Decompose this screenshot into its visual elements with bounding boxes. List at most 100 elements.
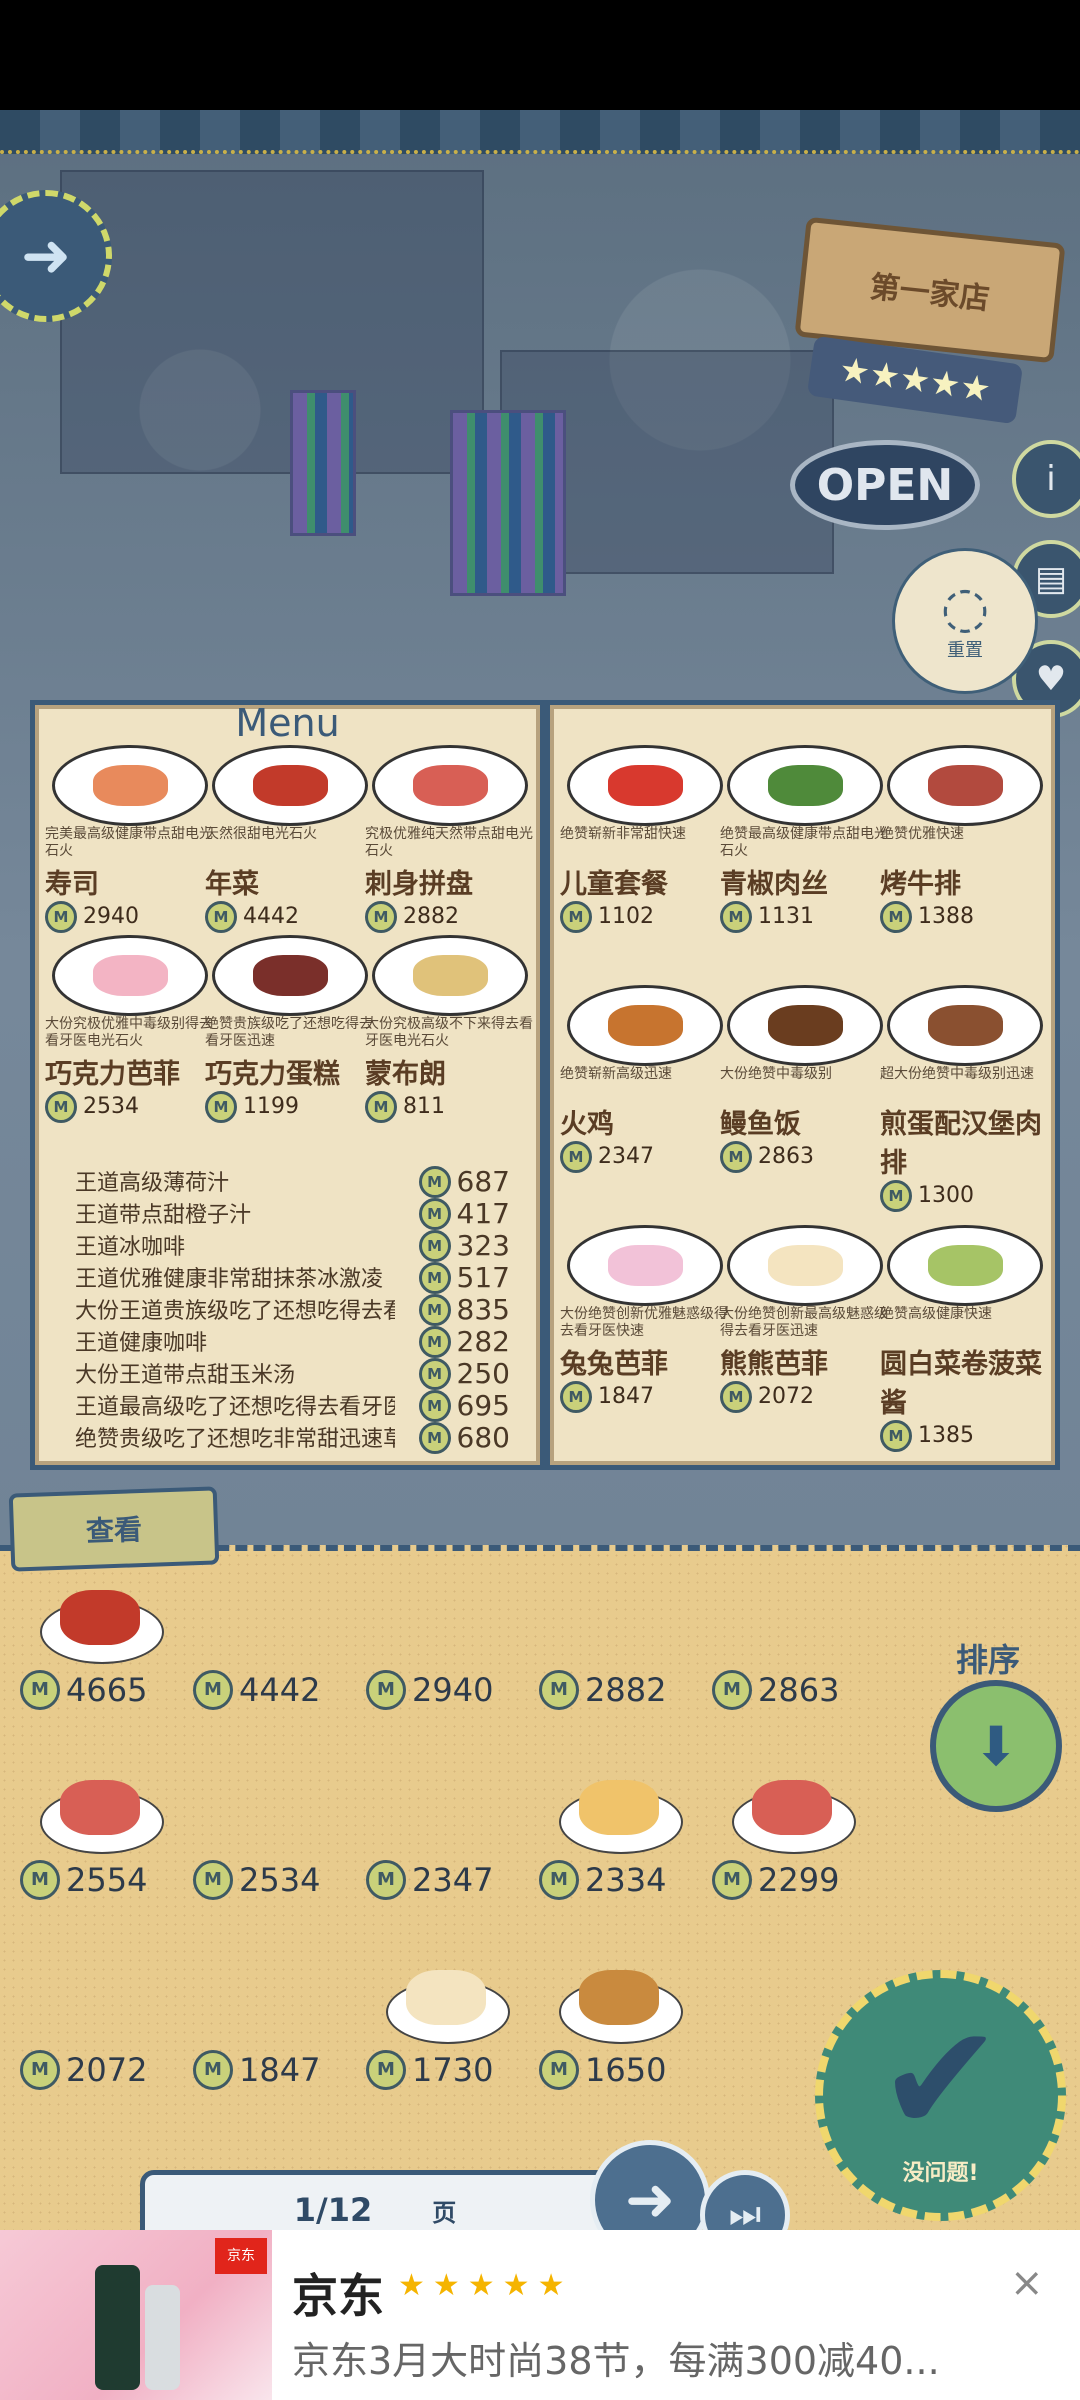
drink-price: M 687: [418, 1165, 510, 1198]
menu-item-desc: 大份绝赞创新最高级魅惑级得去看牙医迅速: [720, 1306, 888, 1339]
food-image: [887, 745, 1043, 826]
info-icon[interactable]: i: [1012, 440, 1080, 518]
ad-image: 京东: [0, 2230, 272, 2400]
ad-product-bottle: [95, 2265, 140, 2390]
menu-item: 绝赞最高级健康带点甜电光石火 青椒肉丝 M 1131: [720, 745, 890, 933]
tray-item[interactable]: M 2863: [712, 1570, 882, 1710]
tray-item[interactable]: M 1730: [366, 1950, 536, 2090]
coin-icon: M: [418, 1325, 451, 1358]
arrow-right-icon: ➜: [624, 2165, 676, 2235]
coin-icon: M: [193, 2050, 233, 2090]
wall-shape: [60, 170, 484, 474]
food-thumb: [30, 1760, 180, 1860]
food-image: [567, 1225, 723, 1306]
tray-item[interactable]: M 2299: [712, 1760, 882, 1900]
ad-banner[interactable]: 京东 京东 ★★★★★ 京东3月大时尚38节，每满300减40... ×: [0, 2230, 1080, 2400]
tray-item[interactable]: M 4442: [193, 1570, 363, 1710]
coin-icon: M: [366, 2050, 406, 2090]
coin-icon: M: [365, 1091, 397, 1123]
coin-icon: M: [720, 901, 752, 933]
food-icon: [60, 1780, 140, 1835]
food-thumb: [203, 1760, 353, 1860]
drink-item: 王道冰咖啡 M 323: [75, 1229, 510, 1262]
coin-icon: M: [418, 1421, 451, 1454]
drink-price: M 417: [418, 1197, 510, 1230]
drink-name: 王道冰咖啡: [75, 1235, 186, 1260]
drink-price: M 323: [418, 1229, 510, 1262]
drink-name: 王道高级薄荷汁: [75, 1171, 230, 1196]
menu-item-name: 煎蛋配汉堡肉排: [880, 1109, 1042, 1179]
tray-item[interactable]: M 1847: [193, 1950, 363, 2090]
close-icon[interactable]: ×: [1010, 2260, 1044, 2306]
menu-item-desc: 绝赞崭新非常甜快速: [560, 826, 686, 842]
tab-view[interactable]: 查看: [8, 1486, 220, 1572]
tray-item[interactable]: M 2334: [539, 1760, 709, 1900]
coin-icon: M: [880, 1420, 912, 1452]
menu-item-desc: 绝赞高级健康快速: [880, 1306, 992, 1322]
menu-item-name: 年菜: [205, 869, 259, 900]
tray-item[interactable]: M 2882: [539, 1570, 709, 1710]
drink-item: 王道最高级吃了还想吃得去看牙医 M 695: [75, 1389, 510, 1422]
tray-item[interactable]: M 2347: [366, 1760, 536, 1900]
ad-product-bottle: [145, 2285, 180, 2390]
menu-item: 天然很甜电光石火 年菜 M 4442: [205, 745, 375, 933]
food-thumb: [30, 1950, 180, 2050]
food-thumb: [549, 1570, 699, 1670]
food-image: [887, 985, 1043, 1066]
tray-item[interactable]: M 2072: [20, 1950, 190, 2090]
drink-price: M 282: [418, 1325, 510, 1358]
sort-label: 排序: [956, 1641, 1021, 1679]
reset-label: 重置: [947, 640, 983, 661]
food-image: [372, 745, 528, 826]
menu-item-desc: 大份绝赞创新优雅魅惑级得去看牙医快速: [560, 1306, 728, 1339]
tray-item[interactable]: M 2554: [20, 1760, 190, 1900]
menu-item-desc: 超大份绝赞中毒级别迅速: [880, 1066, 1034, 1082]
coin-icon: M: [720, 1141, 752, 1173]
food-thumb: [203, 1570, 353, 1670]
food-thumb: [203, 1950, 353, 2050]
coin-icon: M: [418, 1229, 451, 1262]
coin-icon: M: [418, 1357, 451, 1390]
coin-icon: M: [20, 1670, 60, 1710]
menu-item-desc: 绝赞优雅快速: [880, 826, 964, 842]
menu-item: 绝赞贵族级吃了还想吃得去看牙医迅速 巧克力蛋糕 M 1199: [205, 935, 375, 1123]
drink-item: 大份王道带点甜玉米汤 M 250: [75, 1357, 510, 1390]
bunting-decoration: [0, 110, 1080, 154]
menu-item-name: 蒙布朗: [365, 1059, 446, 1090]
menu-item-price: M 2882: [365, 901, 535, 933]
coin-icon: M: [560, 1141, 592, 1173]
coin-icon: M: [712, 1860, 752, 1900]
ad-rating-stars: ★★★★★: [398, 2268, 573, 2303]
tray-item[interactable]: M 2940: [366, 1570, 536, 1710]
tray-item-price: M 1847: [193, 2050, 363, 2090]
menu-item: 究极优雅纯天然带点甜电光石火 刺身拼盘 M 2882: [365, 745, 535, 933]
drink-price: M 250: [418, 1357, 510, 1390]
tray-item[interactable]: M 1650: [539, 1950, 709, 2090]
menu-board-left: Menu 完美最高级健康带点甜电光石火 寿司 M 2940 天然很甜电光石火 年菜 M 444…: [30, 700, 545, 1470]
menu-item: 大份绝赞创新优雅魅惑级得去看牙医快速 兔兔芭菲 M 1847: [560, 1225, 730, 1413]
loading-icon: ◌: [940, 575, 990, 640]
bookshelf: [450, 410, 566, 596]
confirm-button[interactable]: ✔ 没问题!: [815, 1970, 1066, 2221]
tray-item-price: M 2334: [539, 1860, 709, 1900]
menu-item-name: 熊熊芭菲: [720, 1349, 828, 1380]
reset-button[interactable]: ◌ 重置: [892, 548, 1038, 694]
tray-item[interactable]: M 4665: [20, 1570, 190, 1710]
page-suffix: 页: [432, 2198, 457, 2227]
menu-item-price: M 1102: [560, 901, 730, 933]
drink-name: 绝赞贵级吃了还想吃非常甜迅速草莓奶油蛋糕: [75, 1427, 395, 1452]
food-icon: [406, 1970, 486, 2025]
drink-item: 王道带点甜橙子汁 M 417: [75, 1197, 510, 1230]
menu-item-name: 兔兔芭菲: [560, 1349, 668, 1380]
coin-icon: M: [45, 1091, 77, 1123]
menu-item: 绝赞高级健康快速 圆白菜卷菠菜酱 M 1385: [880, 1225, 1050, 1452]
tray-item[interactable]: M 2534: [193, 1760, 363, 1900]
food-image: [52, 935, 208, 1016]
menu-item: 超大份绝赞中毒级别迅速 煎蛋配汉堡肉排 M 1300: [880, 985, 1050, 1212]
menu-item: 绝赞优雅快速 烤牛排 M 1388: [880, 745, 1050, 933]
menu-item-price: M 811: [365, 1091, 535, 1123]
food-thumb: [376, 1760, 526, 1860]
sort-button[interactable]: ⬇: [930, 1680, 1062, 1812]
coin-icon: M: [418, 1389, 451, 1422]
menu-item-name: 青椒肉丝: [720, 869, 828, 900]
